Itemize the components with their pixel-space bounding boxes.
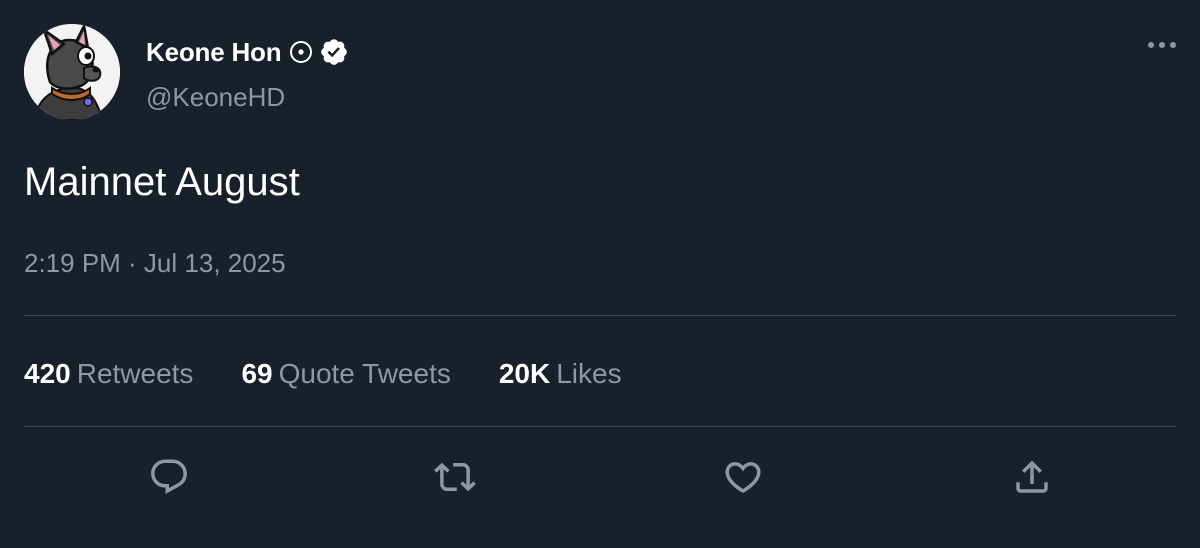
more-options-button[interactable] xyxy=(1142,30,1182,60)
retweets-label: Retweets xyxy=(76,358,194,389)
author-display-name[interactable]: Keone Hon xyxy=(146,37,282,68)
author-name-row[interactable]: Keone Hon xyxy=(146,33,349,71)
tweet-detail: Keone Hon @KeoneHD Mainnet August 2:19 P… xyxy=(0,0,1200,548)
author-handle[interactable]: @KeoneHD xyxy=(146,82,285,113)
avatar[interactable] xyxy=(24,24,120,120)
likes-count: 20K xyxy=(498,358,551,389)
share-button[interactable] xyxy=(1010,455,1054,499)
like-icon xyxy=(725,462,761,494)
retweets-stat[interactable]: 420 Retweets xyxy=(24,356,193,392)
affiliation-circle-icon xyxy=(289,40,313,64)
verified-badge-icon xyxy=(319,37,349,67)
retweet-icon xyxy=(434,462,476,492)
likes-stat[interactable]: 20K Likes xyxy=(499,356,622,392)
share-icon xyxy=(1016,460,1048,493)
retweet-button[interactable] xyxy=(433,455,477,499)
quote-tweets-count: 69 xyxy=(241,358,273,389)
reply-button[interactable] xyxy=(147,455,191,499)
tweet-timestamp[interactable]: 2:19 PM · Jul 13, 2025 xyxy=(24,248,286,279)
quote-tweets-stat[interactable]: 69 Quote Tweets xyxy=(241,356,450,392)
engagement-stats: 420 Retweets 69 Quote Tweets 20K Likes xyxy=(24,356,670,392)
reply-icon xyxy=(151,459,187,494)
retweets-count: 420 xyxy=(24,358,71,389)
dog-avatar-icon xyxy=(24,24,120,120)
divider xyxy=(24,426,1176,427)
tweet-text: Mainnet August xyxy=(24,160,300,204)
like-button[interactable] xyxy=(721,455,765,499)
likes-label: Likes xyxy=(556,358,622,389)
quote-tweets-label: Quote Tweets xyxy=(278,358,451,389)
divider xyxy=(24,315,1176,316)
more-dots-icon xyxy=(1148,42,1176,48)
